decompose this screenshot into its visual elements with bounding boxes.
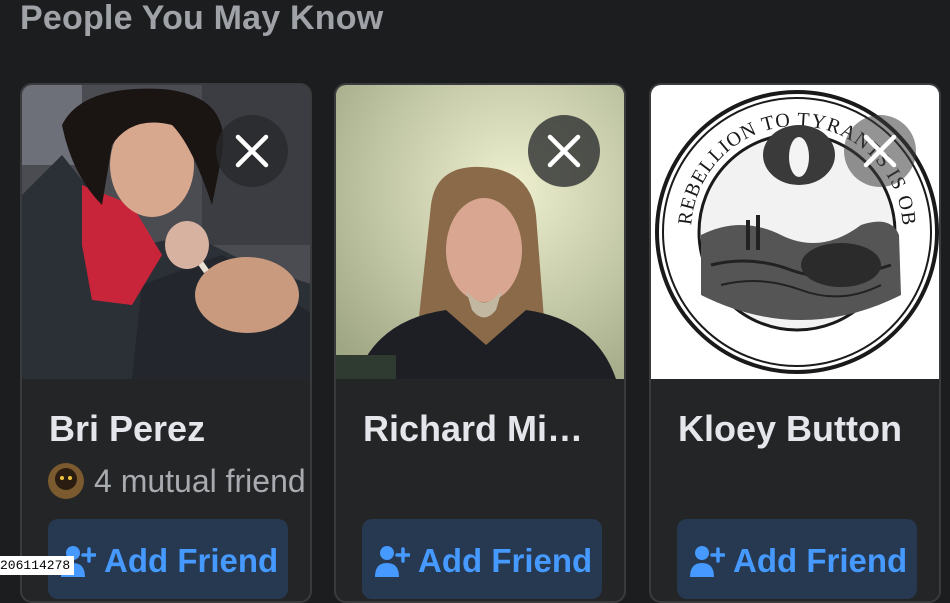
- close-icon: [863, 134, 897, 168]
- add-friend-icon: [375, 546, 410, 577]
- profile-photo[interactable]: [22, 85, 310, 379]
- mutual-friend-avatar: [48, 463, 84, 499]
- screenshot-id-label: 206114278: [0, 556, 75, 575]
- dismiss-button[interactable]: [844, 115, 916, 187]
- close-icon: [235, 134, 269, 168]
- profile-photo[interactable]: REBELLION TO TYRANTS IS OBEDIENCE TO GOD…: [651, 85, 939, 379]
- add-friend-button[interactable]: Add Friend: [677, 519, 917, 599]
- add-friend-button[interactable]: Add Friend: [362, 519, 602, 599]
- dismiss-button[interactable]: [216, 115, 288, 187]
- person-name[interactable]: Richard Mi…: [363, 407, 583, 451]
- add-friend-icon: [690, 546, 725, 577]
- mutual-friends[interactable]: 4 mutual friend: [48, 461, 306, 501]
- people-carousel: Bri Perez 4 mutual friend Add Friend Ric…: [20, 83, 950, 603]
- person-card[interactable]: REBELLION TO TYRANTS IS OBEDIENCE TO GOD…: [649, 83, 941, 603]
- person-name[interactable]: Kloey Button: [678, 407, 902, 451]
- dismiss-button[interactable]: [528, 115, 600, 187]
- add-friend-button[interactable]: Add Friend: [48, 519, 288, 599]
- profile-photo[interactable]: [336, 85, 624, 379]
- mutual-friends-text: 4 mutual friend: [94, 462, 306, 499]
- close-icon: [547, 134, 581, 168]
- add-friend-label: Add Friend: [104, 542, 279, 579]
- person-card[interactable]: Bri Perez 4 mutual friend Add Friend: [20, 83, 312, 603]
- person-card[interactable]: Richard Mi… Add Friend: [334, 83, 626, 603]
- person-name[interactable]: Bri Perez: [49, 407, 205, 451]
- add-friend-label: Add Friend: [733, 542, 908, 579]
- add-friend-label: Add Friend: [418, 542, 593, 579]
- section-title: People You May Know: [20, 0, 384, 37]
